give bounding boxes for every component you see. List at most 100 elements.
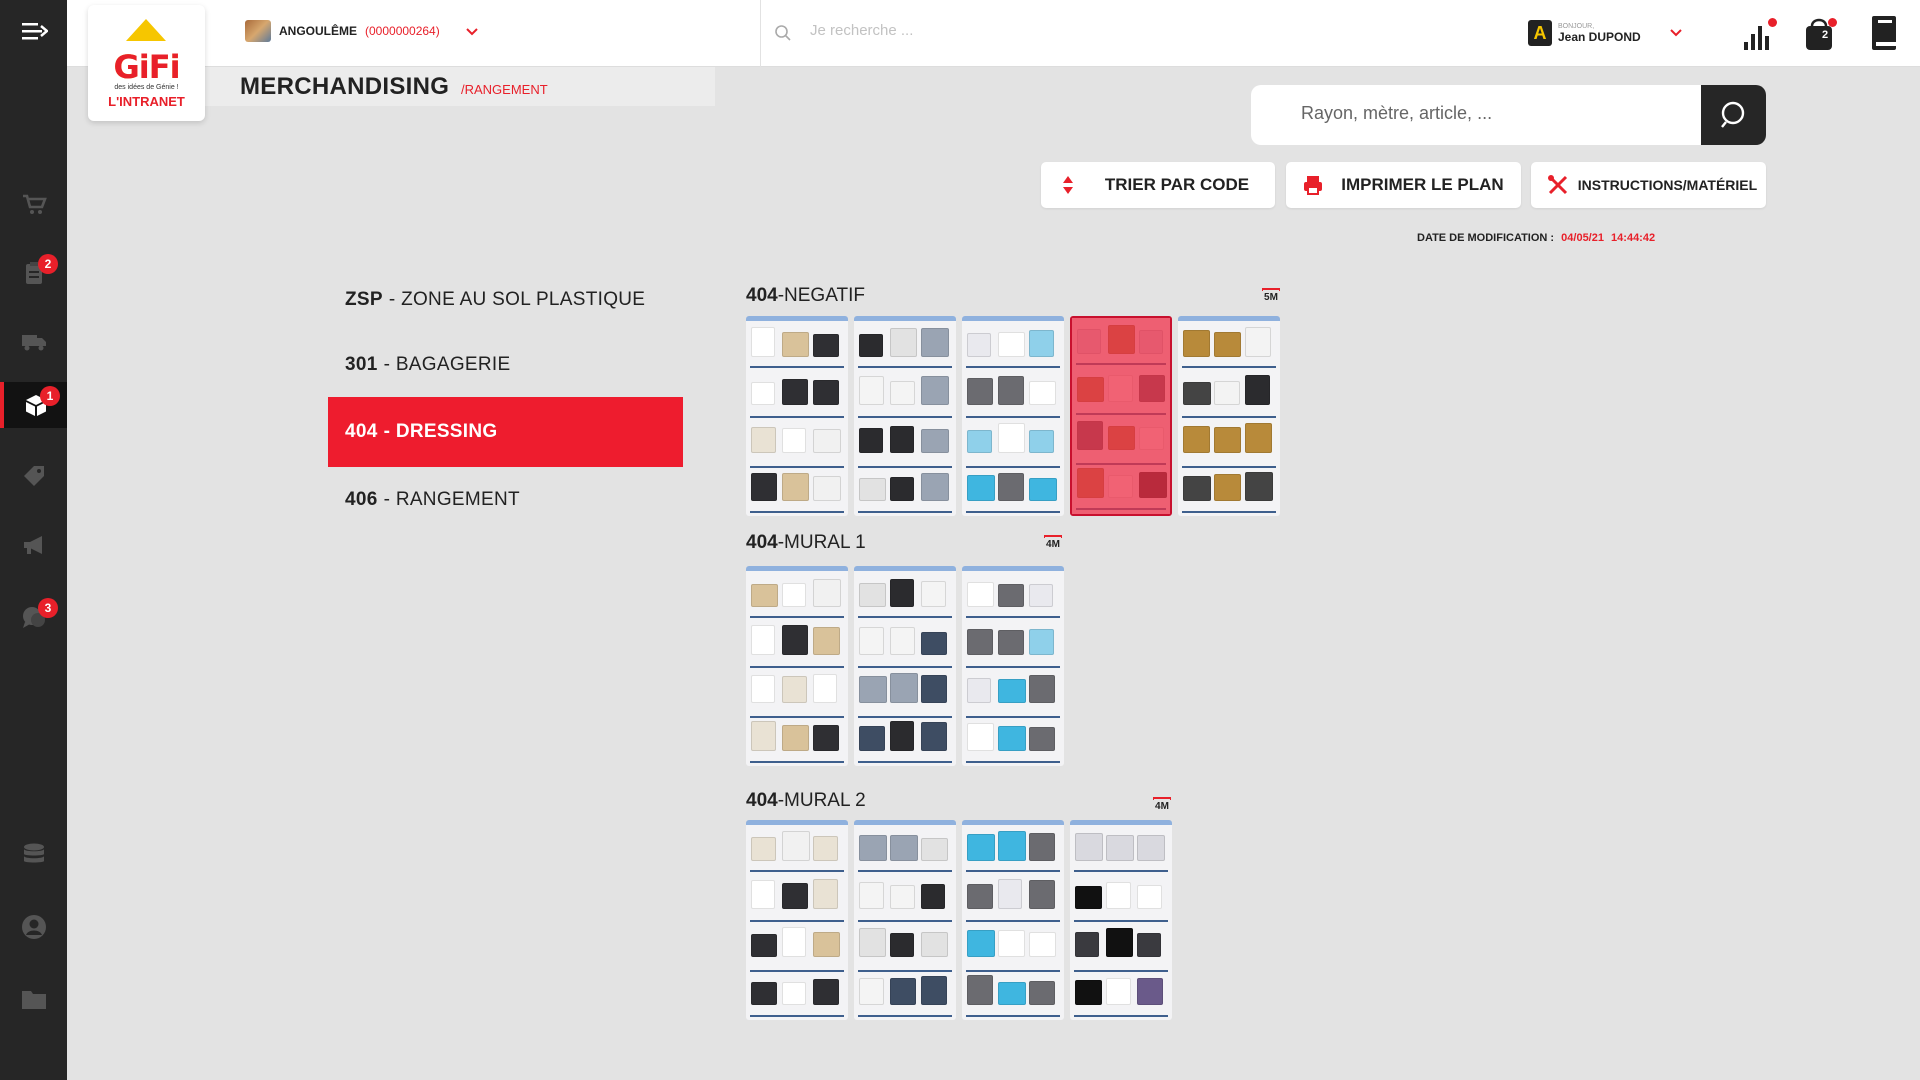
product-item [890,381,915,405]
section-name: -MURAL 2 [777,790,866,811]
product-item [813,334,839,357]
product-item [890,673,918,703]
shelf-bay[interactable] [746,566,848,766]
product-item [890,627,915,655]
product-item [751,625,775,655]
page-subtitle: /RANGEMENT [461,82,548,97]
product-item [859,928,886,957]
product-item [782,725,809,751]
sidebar-item-merchandising[interactable]: 1 [0,382,67,428]
shelf-line [750,761,844,763]
database-icon [23,843,44,863]
category-item[interactable]: ZSP - ZONE AU SOL PLASTIQUE [328,267,683,332]
product-item [1183,382,1211,405]
product-item [890,885,915,909]
category-item[interactable]: 406 - RANGEMENT [328,467,683,532]
product-item [921,976,947,1005]
product-item [1137,978,1163,1005]
sidebar-item-documents[interactable] [0,976,67,1022]
rayon-search [1251,85,1766,145]
shelf-line [750,920,844,922]
product-item [1137,835,1165,861]
shelf-line [750,616,844,618]
sidebar-item-cart[interactable] [0,181,67,227]
product-item [921,429,949,453]
product-item [813,380,839,405]
shelf-bay[interactable] [854,316,956,516]
shelf-bay[interactable] [854,820,956,1020]
menu-toggle-icon[interactable] [22,20,49,42]
category-item[interactable]: 301 - BAGAGERIE [328,332,683,397]
sidebar-item-delivery[interactable] [0,318,67,364]
product-item [782,831,810,861]
search-button[interactable] [1701,85,1766,145]
product-item [921,632,947,655]
store-selector[interactable]: ANGOULÊME (0000000264) [245,20,478,42]
shelf-line [750,970,844,972]
category-item-active[interactable]: 404 - DRESSING [328,397,683,467]
shelf-bay[interactable] [854,566,956,766]
sidebar-item-tasks[interactable]: 2 [0,250,67,296]
product-item [1106,978,1131,1005]
shelf-bay[interactable] [962,316,1064,516]
shelf-line [1074,920,1168,922]
category-code: 406 [345,488,378,510]
shelf-line [858,970,952,972]
sidebar-item-profile[interactable] [0,904,67,950]
product-item [921,328,949,357]
product-item [782,332,809,357]
gifi-logo[interactable]: GiFi des idées de Génie ! L'INTRANET [88,5,205,121]
shelf-bay[interactable] [962,566,1064,766]
product-item [782,625,808,655]
shelf-bay[interactable] [746,316,848,516]
selection-overlay [1072,318,1170,514]
shelf-bay-selected[interactable] [1070,316,1172,516]
shelf-line [858,761,952,763]
sidebar-item-communication[interactable] [0,522,67,568]
search-icon [775,25,791,41]
folder-icon [21,991,46,1009]
shelf-line [750,366,844,368]
product-item [998,726,1026,751]
instructions-button[interactable]: INSTRUCTIONS/MATÉRIEL [1531,162,1766,208]
product-item [782,428,806,453]
product-item [1029,880,1055,909]
sidebar-item-data[interactable] [0,832,67,878]
rayon-search-input[interactable] [1301,103,1681,124]
user-icon [21,915,46,939]
shelf-bay[interactable] [1070,820,1172,1020]
book-icon[interactable] [1868,14,1902,52]
chevron-down-icon[interactable] [466,23,478,39]
shelf-line [858,1015,952,1017]
print-plan-button[interactable]: IMPRIMER LE PLAN [1286,162,1521,208]
product-item [890,933,914,957]
section-title: 404-MURAL 2 [746,790,866,812]
product-item [1075,886,1102,909]
shelf-bay[interactable] [962,820,1064,1020]
product-item [782,883,808,909]
shelf-bay[interactable] [1178,316,1280,516]
shelf-line [858,511,952,513]
shelf-bay[interactable] [746,820,848,1020]
sort-by-code-button[interactable]: TRIER PAR CODE [1041,162,1275,208]
statistics-icon[interactable] [1742,14,1777,52]
product-item [1137,885,1162,909]
sidebar-item-messages[interactable]: 3 [0,594,67,640]
sidebar-item-promotions[interactable] [0,453,67,499]
notification-badge: 1 [40,386,60,406]
product-item [967,975,993,1005]
modification-date-value: 04/05/21 [1561,232,1604,244]
product-item [1029,430,1054,453]
product-item [890,426,914,453]
user-menu[interactable]: A BONJOUR, Jean DUPOND [1528,20,1641,46]
product-item [859,583,886,607]
product-item [921,581,946,607]
modification-time-value: 14:44:42 [1611,232,1656,244]
product-item [998,982,1026,1005]
shelf-line [966,466,1060,468]
product-item [1214,381,1240,405]
shelf-line [858,616,952,618]
product-item [859,882,884,909]
chevron-down-icon[interactable] [1670,24,1682,40]
global-search-input[interactable] [810,22,1210,39]
